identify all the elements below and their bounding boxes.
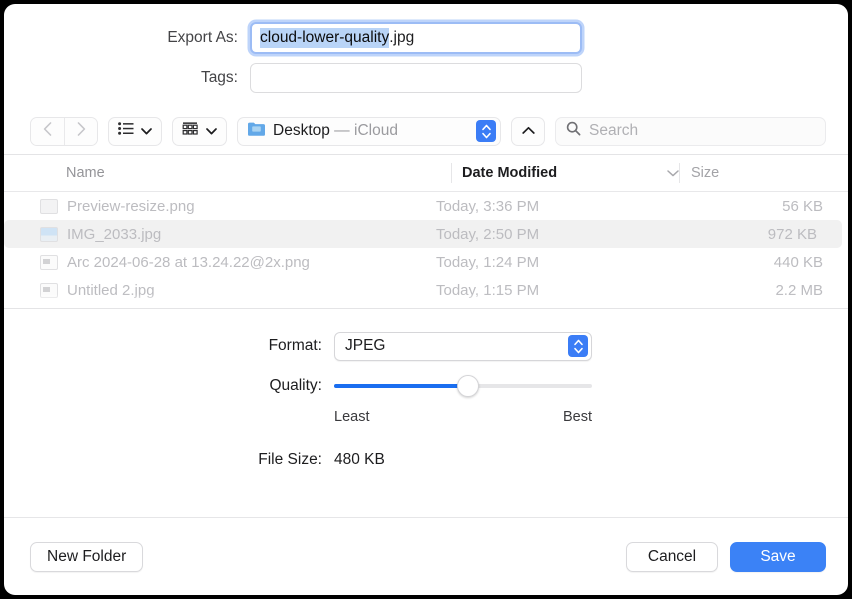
chevron-up-icon (522, 122, 535, 140)
file-list-header: Name Date Modified Size (4, 155, 848, 192)
folder-icon (247, 121, 266, 142)
quality-row: Quality: (4, 369, 848, 403)
quality-ticks-row: Least Best (4, 403, 848, 429)
column-header-name[interactable]: Name (66, 165, 451, 181)
tags-input[interactable] (250, 63, 582, 93)
format-label: Format: (4, 337, 334, 355)
tags-label: Tags: (4, 69, 250, 87)
column-header-size[interactable]: Size (679, 163, 848, 183)
file-name-cell: Preview-resize.png (40, 198, 425, 215)
column-header-date-modified-label: Date Modified (462, 165, 667, 181)
view-options-button[interactable] (108, 117, 162, 146)
quality-tick-labels: Least Best (334, 407, 592, 425)
quality-slider[interactable] (334, 375, 592, 397)
location-volume-name: iCloud (354, 122, 398, 139)
quality-least-label: Least (334, 409, 369, 425)
location-path-label: Desktop — iCloud (273, 122, 469, 140)
search-icon (566, 121, 581, 141)
dialog-footer: New Folder Cancel Save (4, 517, 848, 595)
file-list-body: Preview-resize.png Today, 3:36 PM 56 KB … (4, 192, 848, 304)
quality-label: Quality: (4, 377, 334, 395)
slider-fill (334, 384, 468, 388)
updown-stepper-icon[interactable] (476, 120, 496, 142)
export-as-value-extension: .jpg (389, 29, 414, 47)
chevron-left-icon (43, 122, 52, 141)
format-row: Format: JPEG (4, 329, 848, 363)
search-input[interactable]: Search (589, 122, 638, 140)
file-date-cell: Today, 3:36 PM (425, 198, 653, 215)
table-row[interactable]: IMG_2033.jpg Today, 2:50 PM 972 KB (4, 220, 842, 248)
list-bottom-fade (4, 294, 848, 308)
chevron-down-icon (206, 122, 217, 140)
format-value: JPEG (345, 337, 562, 355)
export-as-input[interactable]: cloud-lower-quality.jpg (250, 22, 582, 54)
file-name-cell: IMG_2033.jpg (40, 226, 425, 243)
slider-thumb[interactable] (457, 375, 479, 397)
quality-best-label: Best (563, 409, 592, 425)
file-size-cell: 972 KB (653, 226, 842, 243)
top-fields-section: Export As: cloud-lower-quality.jpg Tags: (4, 4, 848, 108)
go-up-button[interactable] (511, 117, 545, 146)
file-name-cell: Arc 2024-06-28 at 13.24.22@2x.png (40, 254, 425, 271)
file-name-label: Arc 2024-06-28 at 13.24.22@2x.png (67, 254, 310, 271)
file-list[interactable]: Name Date Modified Size Preview-resize.p… (4, 154, 848, 309)
table-row[interactable]: Arc 2024-06-28 at 13.24.22@2x.png Today,… (4, 248, 848, 276)
forward-button[interactable] (64, 118, 97, 145)
file-name-label: IMG_2033.jpg (67, 226, 161, 243)
chevron-down-icon (667, 165, 679, 181)
file-thumbnail-icon (40, 199, 58, 214)
location-folder-name: Desktop (273, 122, 330, 139)
navigation-toolbar: Desktop — iCloud Search (4, 108, 848, 154)
export-as-label: Export As: (4, 29, 250, 47)
export-dialog: Export As: cloud-lower-quality.jpg Tags: (4, 4, 848, 595)
export-as-value-selected: cloud-lower-quality (260, 28, 389, 48)
file-thumbnail-icon (40, 227, 58, 242)
file-date-cell: Today, 2:50 PM (425, 226, 653, 243)
location-separator: — (330, 122, 354, 139)
format-popup-button[interactable]: JPEG (334, 332, 592, 361)
file-size-cell: 440 KB (653, 254, 848, 271)
chevron-down-icon (141, 122, 152, 140)
export-as-row: Export As: cloud-lower-quality.jpg (4, 18, 848, 58)
cancel-button[interactable]: Cancel (626, 542, 718, 572)
updown-stepper-icon[interactable] (568, 335, 588, 357)
export-options-section: Format: JPEG Quality: (4, 309, 848, 517)
file-size-cell: 56 KB (653, 198, 848, 215)
back-forward-segmented-control (30, 117, 98, 146)
tags-row: Tags: (4, 58, 848, 98)
search-field[interactable]: Search (555, 117, 826, 146)
list-view-icon (118, 122, 134, 140)
group-by-icon (182, 122, 199, 141)
column-header-date-modified[interactable]: Date Modified (451, 163, 679, 183)
back-button[interactable] (31, 118, 64, 145)
file-date-cell: Today, 1:24 PM (425, 254, 653, 271)
chevron-right-icon (77, 122, 86, 141)
file-size-value: 480 KB (334, 451, 385, 469)
new-folder-button[interactable]: New Folder (30, 542, 143, 572)
file-size-row: File Size: 480 KB (4, 443, 848, 477)
file-size-label: File Size: (4, 451, 334, 469)
file-thumbnail-icon (40, 255, 58, 270)
table-row[interactable]: Preview-resize.png Today, 3:36 PM 56 KB (4, 192, 848, 220)
save-button[interactable]: Save (730, 542, 826, 572)
location-popup-button[interactable]: Desktop — iCloud (237, 117, 501, 146)
group-by-button[interactable] (172, 117, 227, 146)
file-name-label: Preview-resize.png (67, 198, 195, 215)
